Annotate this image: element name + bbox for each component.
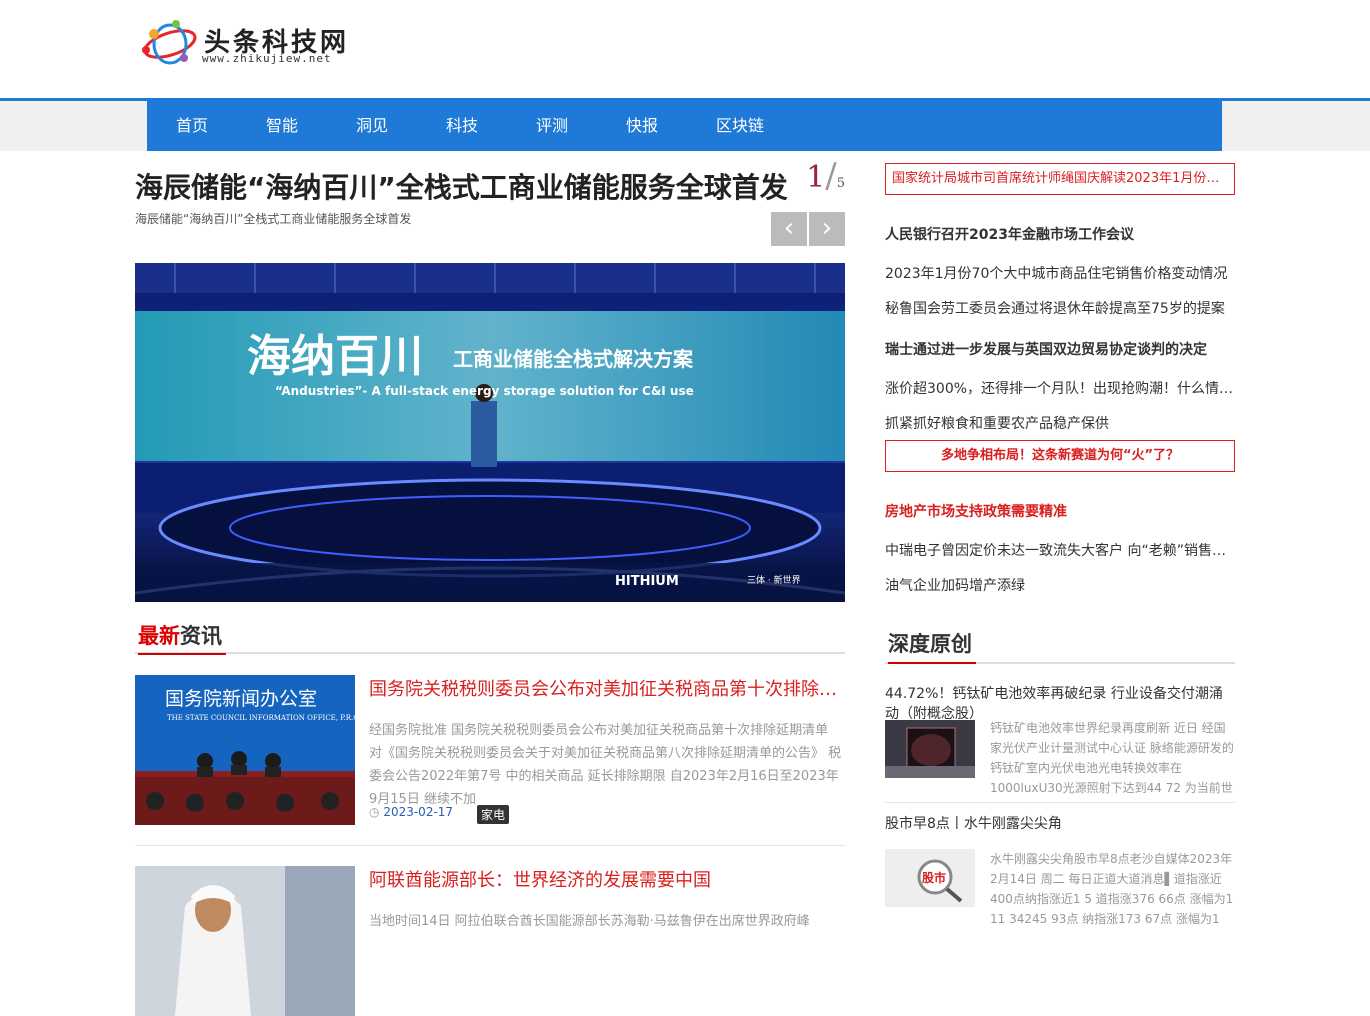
slider-title[interactable]: 海辰储能“海纳百川”全栈式工商业储能服务全球首发 [135, 166, 788, 206]
site-header: 头条科技网 www.zhikujiew.net [0, 0, 1370, 98]
nav-item-flash[interactable]: 快报 [625, 101, 659, 151]
deep-item[interactable]: 股市早8点丨水牛刚露尖尖角 股市 水牛刚露尖尖角股市早8点老沙自媒体2023年2… [885, 814, 1235, 926]
deep-item[interactable]: 44.72%！钙钛矿电池效率再破纪录 行业设备交付潮涌动（附概念股） 钙钛矿电池… [885, 684, 1235, 795]
headline-item[interactable]: 秘鲁国会劳工委员会通过将退休年龄提高至75岁的提案 [885, 298, 1235, 318]
deep-item-title[interactable]: 股市早8点丨水牛刚露尖尖角 [885, 814, 1235, 834]
deep-original-title: 深度原创 [888, 628, 976, 664]
nav-item-blockchain[interactable]: 区块链 [715, 101, 765, 151]
nav-item-smart[interactable]: 智能 [265, 101, 299, 151]
deep-original-header: 深度原创 [885, 624, 1235, 664]
site-url: www.zhikujiew.net [202, 52, 332, 65]
nav-bar: 首页 智能 洞见 科技 评测 快报 区块链 [147, 101, 1222, 151]
news-title[interactable]: 国务院关税税则委员会公布对美加征关税商品第十次排除延期清单 [369, 675, 845, 701]
deep-item-desc: 水牛刚露尖尖角股市早8点老沙自媒体2023年2月14日 周二 每日正道大道消息▌… [990, 852, 1234, 926]
deep-item-desc: 钙钛矿电池效率世界纪录再度刷新 近日 经国家光伏产业计量测试中心认证 脉络能源研… [990, 721, 1234, 795]
news-thumbnail[interactable] [135, 866, 355, 1016]
headline-item[interactable]: 中瑞电子曾因定价未达一致流失大客户 向“老赖”销售产品 [885, 540, 1235, 560]
slider-current: 1 [806, 160, 826, 195]
image-heading: 海纳百川 [247, 331, 423, 382]
slider-next-button[interactable]: › [809, 212, 845, 246]
image-brand2: 三体 · 新世界 [747, 574, 801, 586]
headline-item[interactable]: 人民银行召开2023年金融市场工作会议 [885, 224, 1235, 244]
slider-image[interactable]: 海纳百川 工商业储能全栈式解决方案 “Andustries”- A full-s… [135, 263, 845, 602]
main-nav: 首页 智能 洞见 科技 评测 快报 区块链 [0, 98, 1370, 151]
svg-text:股市: 股市 [922, 870, 946, 885]
news-desc: 经国务院批准 国务院关税税则委员会公布对美加征关税商品第十次排除延期清单 对《国… [369, 723, 842, 807]
svg-text:国务院新闻办公室: 国务院新闻办公室 [165, 688, 317, 710]
news-thumbnail[interactable]: 国务院新闻办公室 THE STATE COUNCIL INFORMATION O… [135, 675, 355, 825]
headline-box[interactable]: 多地争相布局！这条新赛道为何“火”了？ [885, 440, 1235, 472]
featured-slider: 海辰储能“海纳百川”全栈式工商业储能服务全球首发 海辰储能“海纳百川”全栈式工商… [135, 156, 845, 602]
nav-item-insight[interactable]: 洞见 [355, 101, 389, 151]
deep-item-thumbnail[interactable]: 股市 [885, 849, 975, 907]
press-conference-photo-icon: 国务院新闻办公室 THE STATE COUNCIL INFORMATION O… [135, 675, 355, 825]
divider [135, 845, 845, 846]
headline-box[interactable]: 国家统计局城市司首席统计师绳国庆解读2023年1月份商品住宅销售价格变动情况 [885, 163, 1235, 195]
deep-item-thumbnail[interactable] [885, 720, 975, 778]
headline-item[interactable]: 瑞士通过进一步发展与英国双边贸易协定谈判的决定 [885, 339, 1235, 359]
clock-icon: ◷ [369, 805, 380, 819]
news-title[interactable]: 阿联酋能源部长：世界经济的发展需要中国 [369, 866, 845, 892]
nav-item-home[interactable]: 首页 [175, 101, 209, 151]
image-english: “Andustries”- A full-stack energy storag… [275, 384, 694, 398]
stage-photo-icon: 海纳百川 工商业储能全栈式解决方案 “Andustries”- A full-s… [135, 263, 845, 602]
headline-item[interactable]: 2023年1月份70个大中城市商品住宅销售价格变动情况 [885, 263, 1235, 283]
image-subheading: 工商业储能全栈式解决方案 [453, 347, 694, 371]
headline-item[interactable]: 房地产市场支持政策需要精准 [885, 501, 1235, 521]
nav-item-review[interactable]: 评测 [535, 101, 569, 151]
slider-counter: 1/5 [806, 156, 845, 196]
image-brand: HITHIUM [615, 574, 679, 589]
latest-news-title: 最新资讯 [138, 620, 226, 655]
news-date: ◷ 2023-02-17 [369, 805, 454, 819]
slider-total: 5 [836, 176, 845, 191]
solar-cell-photo-icon [885, 720, 975, 778]
divider [885, 802, 1235, 803]
svg-text:THE STATE COUNCIL INFORMATION: THE STATE COUNCIL INFORMATION OFFICE, P.… [167, 714, 355, 722]
headline-item[interactable]: 涨价超300%，还得排一个月队！出现抢购潮！什么情况？ [885, 378, 1235, 398]
nav-item-tech[interactable]: 科技 [445, 101, 479, 151]
site-logo[interactable]: 头条科技网 www.zhikujiew.net [140, 18, 370, 74]
news-desc: 当地时间14日 阿拉伯联合酋长国能源部长苏海勒·马兹鲁伊在出席世界政府峰 [369, 914, 810, 929]
headline-item[interactable]: 油气企业加码增产添绿 [885, 575, 1235, 595]
portrait-photo-icon [135, 866, 355, 1016]
magnifier-stock-icon: 股市 [885, 849, 975, 907]
latest-news-header: 最新资讯 [135, 616, 845, 655]
slider-subtitle: 海辰储能“海纳百川”全栈式工商业储能服务全球首发 [135, 212, 412, 226]
logo-mark-icon [142, 20, 197, 65]
slider-prev-button[interactable]: ‹ [771, 212, 807, 246]
headline-item[interactable]: 抓紧抓好粮食和重要农产品稳产保供 [885, 413, 1235, 433]
news-tag[interactable]: 家电 [477, 805, 510, 824]
